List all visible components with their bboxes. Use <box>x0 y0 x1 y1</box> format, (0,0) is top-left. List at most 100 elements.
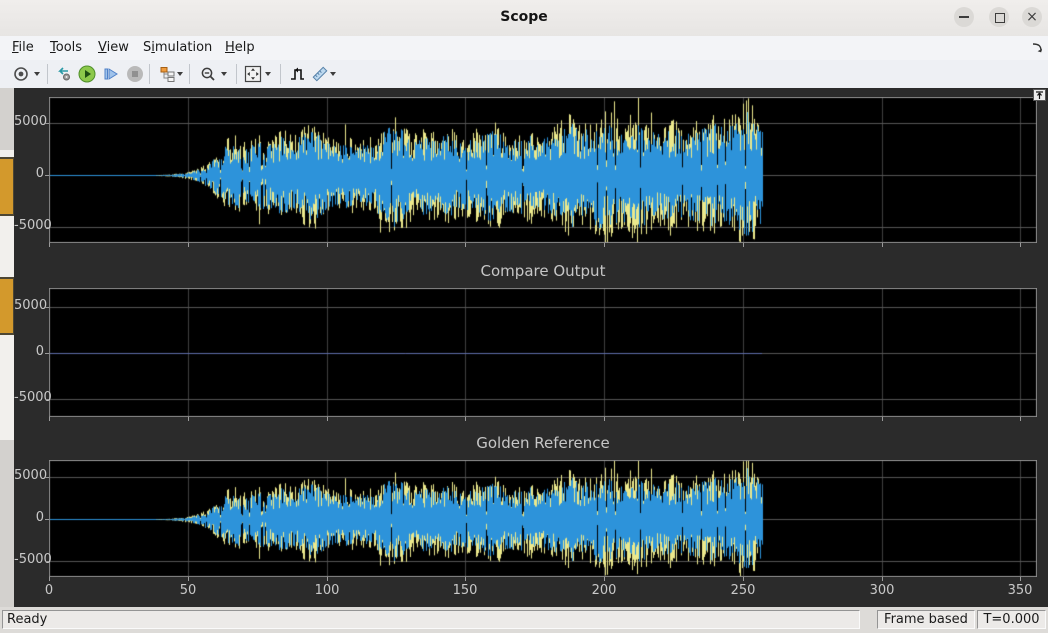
x-tick-mark <box>327 577 328 581</box>
scope-display-area: Compare Output Golden Reference -5000050… <box>14 88 1048 607</box>
x-tick-mark <box>188 577 189 581</box>
measurements-dropdown[interactable] <box>330 72 336 76</box>
dock-arrow-icon[interactable] <box>1032 42 1044 54</box>
y-tick-label: -5000 <box>14 218 44 233</box>
background-window-strip <box>0 88 14 607</box>
minimize-icon <box>959 16 969 18</box>
x-tick-mark <box>49 417 50 421</box>
x-tick-label: 250 <box>713 583 773 598</box>
zoom-dropdown[interactable] <box>221 72 227 76</box>
run-icon <box>78 65 96 83</box>
title-bar: Scope × <box>0 0 1048 37</box>
y-tick-label: 5000 <box>14 298 44 313</box>
expand-axes-button[interactable] <box>1033 89 1046 101</box>
toolbar-separator <box>236 64 237 84</box>
maximize-icon <box>995 13 1005 23</box>
y-tick-mark <box>45 353 49 354</box>
x-tick-mark <box>465 577 466 581</box>
x-tick-label: 150 <box>435 583 495 598</box>
menu-help[interactable]: Help <box>225 40 255 55</box>
status-bar: Ready Frame based T=0.000 <box>0 607 1048 633</box>
x-tick-mark <box>882 577 883 581</box>
menu-simulation[interactable]: Simulation <box>143 40 212 55</box>
plot-compare-output[interactable] <box>49 288 1037 417</box>
y-tick-mark <box>45 123 49 124</box>
zoom-icon <box>200 66 217 83</box>
y-tick-label: 0 <box>14 166 44 181</box>
status-mode: Frame based <box>877 610 975 629</box>
step-forward-button[interactable] <box>100 63 122 85</box>
close-icon: × <box>1022 7 1042 27</box>
x-tick-mark <box>743 417 744 421</box>
tool-bar <box>0 60 1048 89</box>
layout-dropdown[interactable] <box>177 72 183 76</box>
plot-title-golden-reference: Golden Reference <box>49 434 1037 452</box>
toolbar-separator <box>47 64 48 84</box>
stepping-options-icon <box>56 66 72 82</box>
menu-view[interactable]: View <box>98 40 129 55</box>
run-button[interactable] <box>76 63 98 85</box>
scope-parameters-icon <box>13 66 29 82</box>
x-tick-mark <box>49 243 50 247</box>
scope-parameters-dropdown[interactable] <box>34 72 40 76</box>
y-tick-mark <box>45 307 49 308</box>
y-tick-mark <box>45 175 49 176</box>
scope-parameters-button[interactable] <box>10 63 32 85</box>
close-button[interactable]: × <box>1022 7 1042 27</box>
minimize-button[interactable] <box>954 7 974 27</box>
y-tick-label: 5000 <box>14 468 44 483</box>
y-tick-label: 0 <box>14 510 44 525</box>
x-tick-mark <box>188 417 189 421</box>
x-tick-label: 0 <box>19 583 79 598</box>
zoom-button[interactable] <box>197 63 219 85</box>
x-tick-label: 100 <box>297 583 357 598</box>
stepping-options-button[interactable] <box>53 63 75 85</box>
stop-icon <box>126 65 144 83</box>
x-tick-label: 350 <box>990 583 1048 598</box>
toolbar-separator <box>189 64 190 84</box>
background-block <box>0 277 15 335</box>
y-tick-label: -5000 <box>14 552 44 567</box>
x-tick-mark <box>188 243 189 247</box>
x-tick-mark <box>604 417 605 421</box>
x-tick-mark <box>1020 417 1021 421</box>
y-tick-mark <box>45 561 49 562</box>
y-tick-mark <box>45 399 49 400</box>
plot-output-waveform[interactable] <box>49 97 1037 243</box>
fit-to-view-dropdown[interactable] <box>265 72 271 76</box>
x-tick-mark <box>327 243 328 247</box>
status-message: Ready <box>2 610 860 629</box>
step-forward-icon <box>102 65 120 83</box>
x-tick-mark <box>1020 243 1021 247</box>
x-tick-mark <box>49 577 50 581</box>
scope-window: Scope × File Tools View Simulation Help <box>0 0 1048 633</box>
fit-to-view-button[interactable] <box>242 63 264 85</box>
status-time: T=0.000 <box>977 610 1046 629</box>
y-tick-label: 5000 <box>14 114 44 129</box>
menu-tools[interactable]: Tools <box>50 40 82 55</box>
background-block <box>0 157 15 216</box>
menu-bar: File Tools View Simulation Help <box>0 36 1048 61</box>
x-tick-mark <box>604 577 605 581</box>
x-tick-mark <box>465 417 466 421</box>
plot-golden-reference[interactable] <box>49 460 1037 577</box>
window-title: Scope <box>0 9 1048 25</box>
measurements-icon <box>311 65 329 83</box>
x-tick-mark <box>882 243 883 247</box>
maximize-button[interactable] <box>989 7 1009 27</box>
y-tick-mark <box>45 519 49 520</box>
x-tick-mark <box>465 243 466 247</box>
toolbar-separator <box>149 64 150 84</box>
layout-icon <box>159 66 176 83</box>
fit-to-view-icon <box>244 65 262 83</box>
y-tick-mark <box>45 477 49 478</box>
x-tick-mark <box>882 417 883 421</box>
stop-button[interactable] <box>124 63 146 85</box>
layout-button[interactable] <box>156 63 178 85</box>
measurements-button[interactable] <box>309 63 331 85</box>
trigger-button[interactable] <box>286 63 308 85</box>
x-tick-mark <box>1020 577 1021 581</box>
x-tick-mark <box>327 417 328 421</box>
toolbar-separator <box>280 64 281 84</box>
menu-file[interactable]: File <box>12 40 34 55</box>
